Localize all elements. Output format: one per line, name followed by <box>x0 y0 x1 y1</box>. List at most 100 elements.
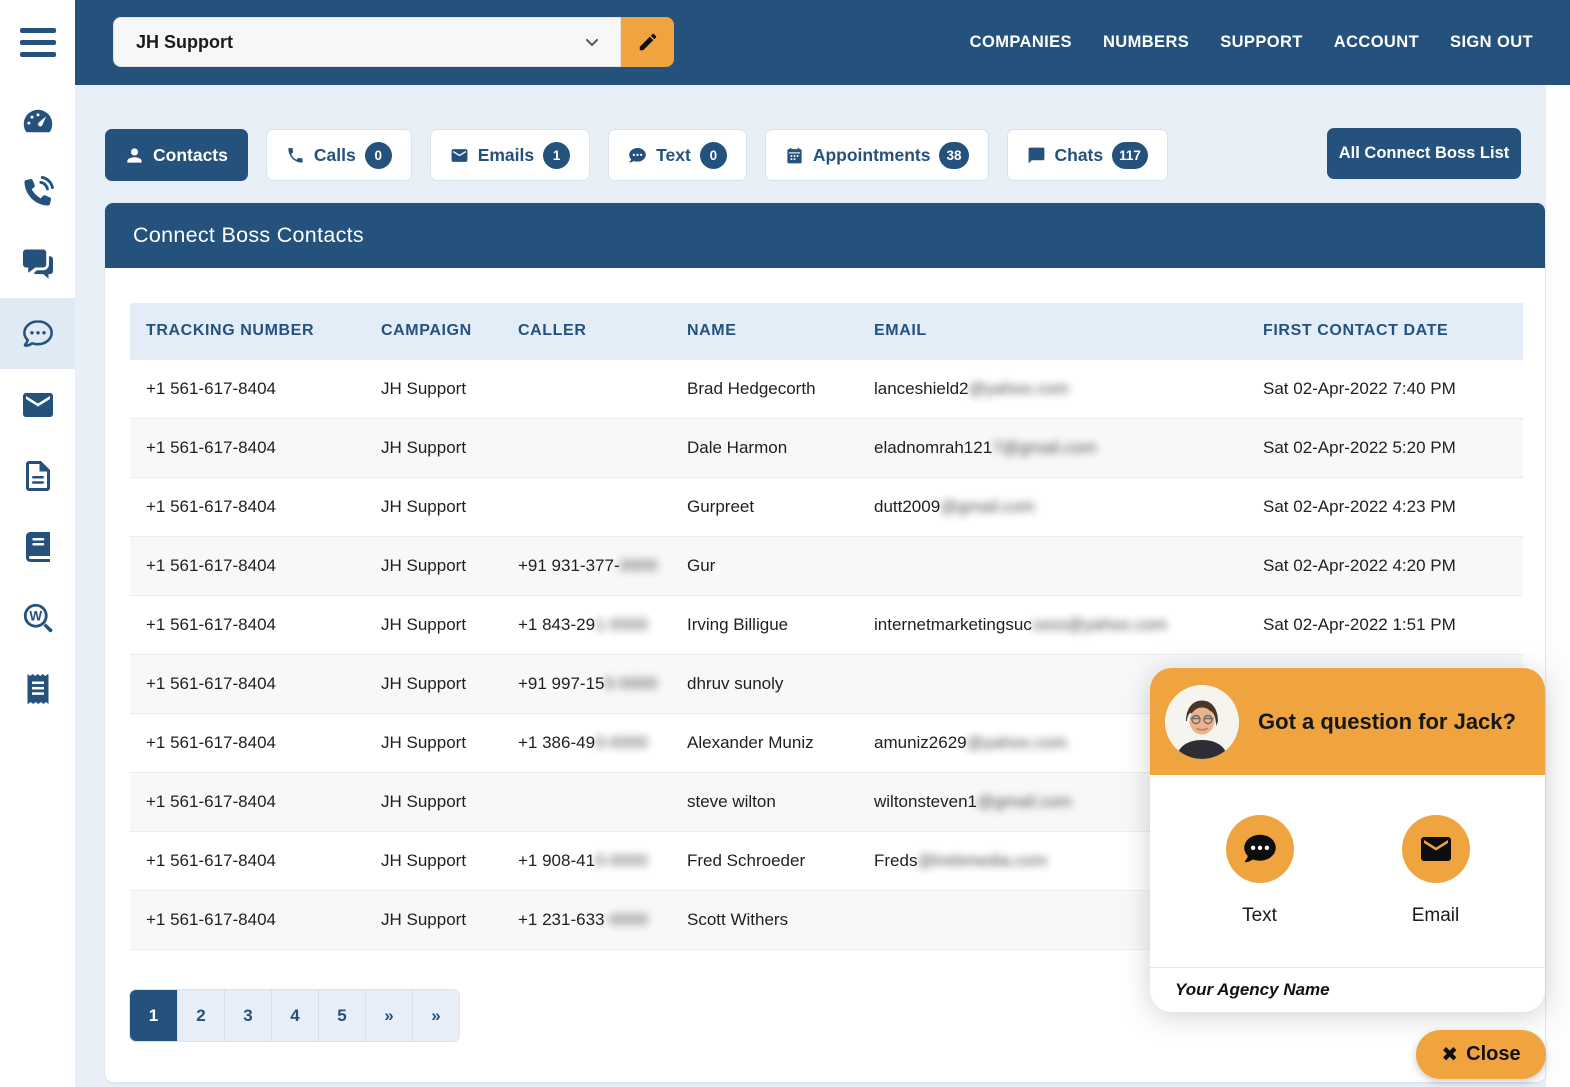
tab-calls[interactable]: Calls0 <box>266 129 412 181</box>
hamburger-menu-icon[interactable] <box>0 0 75 85</box>
redacted-text: @yahoo.com <box>967 733 1067 752</box>
table-row[interactable]: +1 561-617-8404JH SupportGurpreetdutt200… <box>130 477 1523 536</box>
caller-cell: +1 843-291-0000 <box>502 595 671 654</box>
tracking-number-cell: +1 561-617-8404 <box>130 418 365 477</box>
name-cell: Brad Hedgecorth <box>671 359 858 418</box>
nav-link-account[interactable]: ACCOUNT <box>1334 33 1419 52</box>
email-cell: lanceshield2@yahoo.com <box>858 359 1247 418</box>
campaign-cell: JH Support <box>365 595 502 654</box>
sidebar-item-keyword-search[interactable] <box>0 582 75 653</box>
tab-label: Chats <box>1055 145 1104 166</box>
tracking-number-cell: +1 561-617-8404 <box>130 831 365 890</box>
top-navbar: JH Support COMPANIES NUMBERS SUPPORT ACCOUN… <box>75 0 1570 85</box>
chat-action-circle <box>1402 815 1470 883</box>
email-cell: dutt2009@gmail.com <box>858 477 1247 536</box>
caller-cell <box>502 418 671 477</box>
name-cell: steve wilton <box>671 772 858 831</box>
comment-dots-outline-icon <box>20 316 56 352</box>
sidebar-item-chats[interactable] <box>0 227 75 298</box>
table-row[interactable]: +1 561-617-8404JH SupportDale Harmonelad… <box>130 418 1523 477</box>
pagination-next-button[interactable]: » <box>412 990 459 1041</box>
caller-cell: +91 997-150-0000 <box>502 654 671 713</box>
sidebar-nav <box>0 85 75 724</box>
name-cell: Dale Harmon <box>671 418 858 477</box>
cell-text: +1 386-49 <box>518 733 595 752</box>
pagination-page-2[interactable]: 2 <box>177 990 224 1041</box>
cell-text: dutt2009 <box>874 497 940 516</box>
agency-name-label: Your Agency Name <box>1175 980 1330 1000</box>
tracking-number-cell: +1 561-617-8404 <box>130 359 365 418</box>
redacted-text: @yahoo.com <box>969 379 1069 398</box>
company-select[interactable]: JH Support <box>113 17 621 67</box>
sidebar-item-receipts[interactable] <box>0 653 75 724</box>
nav-link-support[interactable]: SUPPORT <box>1220 33 1303 52</box>
table-row[interactable]: +1 561-617-8404JH Support+91 931-377-000… <box>130 536 1523 595</box>
redacted-text: 1-0000 <box>595 615 648 634</box>
first-contact-date-cell: Sat 02-Apr-2022 7:40 PM <box>1247 359 1523 418</box>
sidebar-item-reports[interactable] <box>0 511 75 582</box>
nav-link-companies[interactable]: COMPANIES <box>970 33 1072 52</box>
tab-emails[interactable]: Emails1 <box>430 129 590 181</box>
redacted-text: 0-0000 <box>605 674 658 693</box>
name-cell: Scott Withers <box>671 890 858 949</box>
close-icon: ✖ <box>1441 1042 1458 1067</box>
caller-cell <box>502 772 671 831</box>
sidebar-item-documents[interactable] <box>0 440 75 511</box>
nav-link-numbers[interactable]: NUMBERS <box>1103 33 1189 52</box>
sidebar-item-texts[interactable] <box>0 298 75 369</box>
tab-label: Text <box>656 145 691 166</box>
redacted-text: @trebmedia.com <box>917 851 1047 870</box>
cell-text: +91 931-377- <box>518 556 620 575</box>
edit-company-button[interactable] <box>621 17 674 67</box>
cell-text: +1 908-41 <box>518 851 595 870</box>
name-cell: Alexander Muniz <box>671 713 858 772</box>
tab-count-badge: 0 <box>365 142 392 169</box>
tracking-number-cell: +1 561-617-8404 <box>130 713 365 772</box>
first-contact-date-cell: Sat 02-Apr-2022 4:23 PM <box>1247 477 1523 536</box>
tracking-number-cell: +1 561-617-8404 <box>130 890 365 949</box>
pagination-page-4[interactable]: 4 <box>271 990 318 1041</box>
sidebar-item-calls[interactable] <box>0 156 75 227</box>
chat-icon <box>1027 146 1046 165</box>
user-icon <box>125 146 144 165</box>
calendar-icon <box>785 146 804 165</box>
redacted-text: @gmail.com <box>977 792 1072 811</box>
pagination-next-button[interactable]: » <box>365 990 412 1041</box>
tab-appointments[interactable]: Appointments38 <box>765 129 989 181</box>
chat-widget-header: Got a question for Jack? <box>1150 668 1545 775</box>
tab-label: Contacts <box>153 145 228 166</box>
sidebar-item-dashboard[interactable] <box>0 85 75 156</box>
tab-count-badge: 0 <box>700 142 727 169</box>
name-cell: dhruv sunoly <box>671 654 858 713</box>
all-connect-boss-list-button[interactable]: All Connect Boss List <box>1327 128 1521 179</box>
email-cell: internetmarketingsuccess@yahoo.com <box>858 595 1247 654</box>
sidebar-item-emails[interactable] <box>0 369 75 440</box>
scrollbar-track[interactable] <box>1546 85 1570 1087</box>
column-header: FIRST CONTACT DATE <box>1247 303 1523 359</box>
table-row[interactable]: +1 561-617-8404JH SupportBrad Hedgecorth… <box>130 359 1523 418</box>
first-contact-date-cell: Sat 02-Apr-2022 4:20 PM <box>1247 536 1523 595</box>
chat-action-email[interactable]: Email <box>1402 815 1470 927</box>
pagination-page-1[interactable]: 1 <box>130 990 177 1041</box>
chat-close-button[interactable]: ✖ Close <box>1416 1030 1546 1079</box>
table-row[interactable]: +1 561-617-8404JH Support+1 843-291-0000… <box>130 595 1523 654</box>
panel-title: Connect Boss Contacts <box>133 223 364 248</box>
caller-cell <box>502 477 671 536</box>
tab-text[interactable]: Text 0 <box>608 129 747 181</box>
first-contact-date-cell: Sat 02-Apr-2022 5:20 PM <box>1247 418 1523 477</box>
pagination-page-3[interactable]: 3 <box>224 990 271 1041</box>
tab-chats[interactable]: Chats117 <box>1007 129 1168 181</box>
chat-action-circle <box>1226 815 1294 883</box>
comments-icon <box>20 245 56 281</box>
nav-link-sign-out[interactable]: SIGN OUT <box>1450 33 1533 52</box>
chat-action-text[interactable]: Text <box>1226 815 1294 927</box>
name-cell: Gurpreet <box>671 477 858 536</box>
tab-contacts[interactable]: Contacts <box>105 129 248 181</box>
tracking-number-cell: +1 561-617-8404 <box>130 536 365 595</box>
envelope-icon <box>20 387 56 423</box>
tab-label: Appointments <box>813 145 931 166</box>
name-cell: Fred Schroeder <box>671 831 858 890</box>
redacted-text: cess@yahoo.com <box>1032 615 1167 634</box>
pagination: 12345»» <box>130 990 459 1041</box>
pagination-page-5[interactable]: 5 <box>318 990 365 1041</box>
